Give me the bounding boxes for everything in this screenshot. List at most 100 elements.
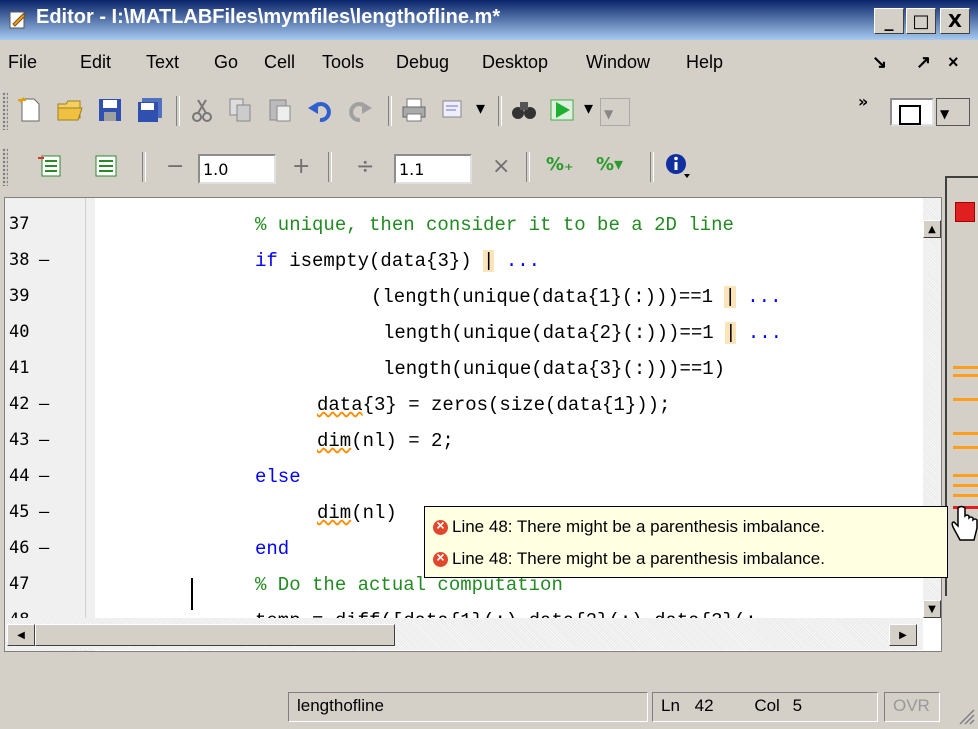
new-file-icon[interactable] (16, 96, 44, 124)
paste-icon[interactable] (266, 96, 294, 124)
undock-icon[interactable]: ↘ (872, 52, 887, 73)
code-text[interactable]: length(unique(data{3}(:)))==1) (383, 358, 725, 380)
close-doc-icon[interactable]: × (948, 52, 959, 73)
warning-marker[interactable] (953, 474, 978, 477)
overflow-chevron-icon[interactable]: » (858, 92, 868, 111)
code-text[interactable]: % unique, then consider it to be a 2D li… (255, 214, 734, 236)
horizontal-scroll-thumb[interactable] (35, 624, 395, 646)
menu-desktop[interactable]: Desktop (482, 52, 548, 73)
dock-icon[interactable]: ↗ (916, 52, 931, 73)
info-icon[interactable] (664, 152, 692, 180)
warning-marker[interactable] (953, 494, 978, 497)
main-toolbar: ▾ ▾ ▼ » ▼ (0, 84, 978, 138)
decrement-value-field[interactable]: 1.0 (198, 154, 276, 184)
maximize-button[interactable]: □ (906, 8, 936, 34)
menu-edit[interactable]: Edit (80, 52, 111, 73)
print-icon[interactable] (400, 96, 428, 124)
text-cursor (191, 578, 193, 610)
title-bar[interactable]: Editor - I:\MATLABFiles\mymfiles\lengtho… (0, 0, 978, 40)
scroll-left-button[interactable]: ◀ (7, 624, 35, 646)
save-icon[interactable] (96, 96, 124, 124)
code-token: dim (317, 502, 352, 524)
layout-selector[interactable] (890, 98, 934, 126)
decrement-percent-icon[interactable]: %▾ (596, 154, 623, 175)
code-text[interactable]: end (255, 538, 289, 560)
divide-value-field[interactable]: 1.1 (394, 154, 472, 184)
menu-tools[interactable]: Tools (322, 52, 364, 73)
scroll-up-button[interactable]: ▲ (923, 220, 941, 238)
run-icon[interactable] (548, 96, 576, 124)
menu-help[interactable]: Help (686, 52, 723, 73)
horizontal-scrollbar[interactable]: ◀ ▶ (5, 618, 923, 650)
warning-marker[interactable] (953, 366, 978, 369)
menu-window[interactable]: Window (586, 52, 650, 73)
decrement-value-button[interactable]: − (166, 154, 184, 179)
undo-icon[interactable] (306, 96, 334, 124)
dropdown-button[interactable]: ▼ (600, 98, 630, 126)
breakpoint-marker[interactable]: — (39, 466, 49, 486)
menu-cell[interactable]: Cell (264, 52, 295, 73)
line-number: 41 (9, 358, 30, 378)
code-text[interactable]: data{3} = zeros(size(data{1})); (317, 394, 670, 416)
window-title: Editor - I:\MATLABFiles\mymfiles\lengtho… (36, 6, 501, 28)
toolbar-grip[interactable] (2, 148, 8, 186)
code-editor[interactable]: 37 % unique, then consider it to be a 2D … (4, 197, 942, 652)
warning-marker[interactable] (953, 398, 978, 401)
scroll-down-button[interactable]: ▼ (923, 600, 941, 618)
find-binoculars-icon[interactable] (510, 96, 538, 124)
warning-marker[interactable] (953, 432, 978, 435)
open-folder-icon[interactable] (56, 96, 84, 124)
code-text[interactable]: (length(unique(data{1}(:)))==1 | ... (371, 286, 781, 308)
breakpoint-marker[interactable]: — (39, 502, 49, 522)
warning-marker[interactable] (953, 484, 978, 487)
code-text[interactable]: dim(nl) (317, 502, 397, 524)
resize-grip-icon[interactable] (956, 706, 976, 726)
menu-debug[interactable]: Debug (396, 52, 449, 73)
breakpoint-marker[interactable]: — (39, 538, 49, 558)
chevron-down-icon[interactable]: ▾ (476, 98, 485, 119)
breakpoint-marker[interactable]: — (39, 250, 49, 270)
code-token: length(unique(data{2}(:)))==1 (383, 322, 726, 344)
code-line[interactable]: 39 (length(unique(data{1}(:)))==1 | ... (5, 280, 923, 316)
code-token: | (483, 250, 495, 272)
code-line[interactable]: 42 — data{3} = zeros(size(data{1})); (5, 388, 923, 424)
breakpoint-marker[interactable]: — (39, 394, 49, 414)
code-text[interactable]: else (255, 466, 301, 488)
code-line[interactable]: 41 length(unique(data{3}(:)))==1) (5, 352, 923, 388)
scroll-right-button[interactable]: ▶ (889, 624, 917, 646)
menu-text[interactable]: Text (146, 52, 179, 73)
breakpoint-marker[interactable]: — (39, 430, 49, 450)
save-all-icon[interactable] (136, 96, 164, 124)
insert-cell-divider-icon[interactable] (36, 152, 64, 180)
code-text[interactable]: if isempty(data{3}) | ... (255, 250, 540, 272)
divide-value-button[interactable]: ÷ (356, 154, 374, 179)
multiply-value-button[interactable]: × (492, 154, 510, 179)
code-line[interactable]: 40 length(unique(data{2}(:)))==1 | ... (5, 316, 923, 352)
line-number: 40 (9, 322, 30, 342)
code-line[interactable]: 43 — dim(nl) = 2; (5, 424, 923, 460)
toolbar-grip[interactable] (2, 92, 8, 130)
close-button[interactable]: X (940, 8, 970, 34)
minimize-button[interactable]: _ (874, 8, 904, 34)
code-token: length(unique(data{3}(:)))==1) (383, 358, 726, 380)
warning-marker[interactable] (953, 374, 978, 377)
cut-icon[interactable] (188, 96, 216, 124)
code-line[interactable]: 37 % unique, then consider it to be a 2D … (5, 208, 923, 244)
menu-file[interactable]: File (8, 52, 37, 73)
code-text[interactable]: length(unique(data{2}(:)))==1 | ... (383, 322, 782, 344)
increment-percent-icon[interactable]: %₊ (546, 154, 574, 175)
run-options-chevron-icon[interactable]: ▾ (584, 98, 593, 119)
warning-marker[interactable] (953, 446, 978, 449)
code-text[interactable]: dim(nl) = 2; (317, 430, 454, 452)
insert-cell-divider-around-icon[interactable] (92, 152, 120, 180)
comment-icon[interactable] (440, 96, 468, 124)
menu-go[interactable]: Go (214, 52, 238, 73)
redo-icon[interactable] (346, 96, 374, 124)
increment-value-button[interactable]: + (292, 154, 310, 179)
code-line[interactable]: 38 — if isempty(data{3}) | ... (5, 244, 923, 280)
code-token: dim (317, 430, 352, 452)
error-status-indicator[interactable] (955, 202, 975, 222)
code-line[interactable]: 44 — else (5, 460, 923, 496)
layout-dropdown-button[interactable]: ▼ (936, 98, 970, 126)
copy-icon[interactable] (226, 96, 254, 124)
